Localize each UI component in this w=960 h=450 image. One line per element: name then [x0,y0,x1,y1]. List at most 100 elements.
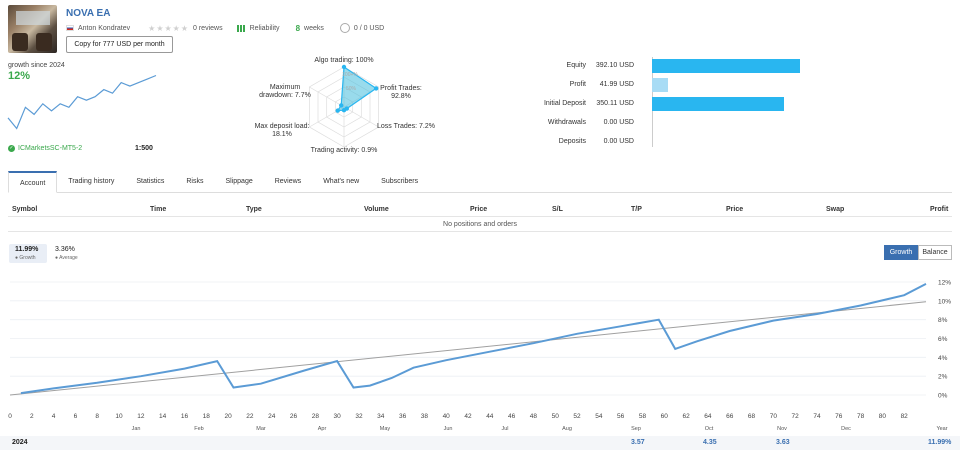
y-tick-label: 10% [938,298,951,305]
y-tick-label: 12% [938,280,951,287]
average-stat[interactable]: 3.36% ● Average [55,244,95,263]
x-tick-label: 50 [552,413,560,420]
balance-value: 0.00 USD [603,119,634,126]
month-label: May [380,426,391,432]
month-label: Jun [444,426,453,432]
summary-year-total: 11.99% [928,439,952,446]
x-tick-label: 38 [421,413,429,420]
tab-subscribers[interactable]: Subscribers [370,171,429,192]
tab-reviews[interactable]: Reviews [264,171,312,192]
x-tick-label: 0 [8,413,12,420]
table-divider [8,231,952,232]
radar-label-algo: Algo trading: 100% [314,57,374,64]
summary-oct: 4.35 [703,439,717,446]
balance-bar[interactable] [652,59,800,73]
col-time[interactable]: Time [150,206,166,213]
col-price-current[interactable]: Price [726,206,743,213]
x-tick-label: 60 [661,413,669,420]
x-tick-label: 76 [835,413,843,420]
month-label: Apr [318,426,327,432]
account-tabs: Account Trading history Statistics Risks… [8,171,952,193]
x-tick-label: 36 [399,413,407,420]
y-tick-label: 0% [938,393,948,400]
radar-point-deposit [335,108,340,113]
x-tick-label: 52 [573,413,581,420]
growth-chart: 12%10%8%6%4%2%0% 0 2 4 6 8 10 12 14 16 18 20 22 24 26… [8,280,951,433]
x-tick-label: 46 [508,413,516,420]
tab-account[interactable]: Account [8,171,58,193]
balance-bar[interactable] [652,97,785,111]
month-label: Sep [631,426,641,432]
growth-stat-value: 11.99% [15,246,39,253]
growth-chart-x-ticks: 0 2 4 6 8 10 12 14 16 18 20 22 24 26 28 30 32 34 36 38 40 42 4… [8,413,908,420]
growth-chart-grid [10,281,926,396]
growth-stat-label: ● Growth [15,255,36,261]
growth-toggle-button[interactable]: Growth [884,245,918,260]
radar-label-drawdown: Maximum drawdown: 7.7% [254,84,316,100]
radar-label-drawdown-value: drawdown: 7.7% [259,92,311,99]
col-price-open[interactable]: Price [470,206,487,213]
month-label: Oct [705,426,714,432]
x-tick-label: 4 [52,413,56,420]
col-swap[interactable]: Swap [826,206,844,213]
table-divider [8,216,952,217]
radar-label-deposit: Max deposit load: 18.1% [252,123,312,139]
month-label: Aug [562,426,572,432]
balance-value: 392.10 USD [595,62,634,69]
summary-nov: 3.63 [776,439,790,446]
col-profit[interactable]: Profit [930,206,948,213]
x-tick-label: 16 [181,413,189,420]
balance-value: 41.99 USD [599,81,634,88]
radar-label-profit: Profit Trades: 92.8% [375,85,427,101]
col-volume[interactable]: Volume [364,206,389,213]
tab-statistics[interactable]: Statistics [125,171,175,192]
x-tick-label: 6 [74,413,78,420]
month-label: Jul [501,426,508,432]
col-sl[interactable]: S/L [552,206,563,213]
x-tick-label: 32 [355,413,363,420]
col-tp[interactable]: T/P [631,206,642,213]
x-tick-label: 28 [312,413,320,420]
growth-chart-y-ticks: 12% 10% 8% 6% 4% 2% 0% [938,280,951,400]
y-tick-label: 4% [938,355,948,362]
year-label: Year [936,426,947,432]
y-tick-label: 6% [938,336,948,343]
x-tick-label: 8 [95,413,99,420]
growth-chart-months: Jan Feb Mar Apr May Jun Jul Aug Sep Oct Nov Dec Year [132,426,948,432]
growth-stat[interactable]: 11.99% ● Growth [9,244,47,263]
radar-point-drawdown [339,103,344,108]
col-type[interactable]: Type [246,206,262,213]
month-label: Mar [256,426,266,432]
radar-label-activity: Trading activity: 0.9% [310,147,378,154]
col-symbol[interactable]: Symbol [12,206,37,213]
x-tick-label: 22 [246,413,254,420]
x-tick-label: 44 [486,413,494,420]
tab-whats-new[interactable]: What's new [312,171,370,192]
average-stat-label: ● Average [55,255,78,261]
radar-chart: 100+% 50% [309,64,379,148]
x-tick-label: 40 [443,413,451,420]
x-tick-label: 58 [639,413,647,420]
average-series-line [9,301,927,396]
x-tick-label: 20 [224,413,232,420]
month-label: Nov [777,426,787,432]
balance-bar[interactable] [652,78,668,92]
x-tick-label: 26 [290,413,298,420]
x-tick-label: 82 [901,413,909,420]
x-tick-label: 74 [813,413,821,420]
x-tick-label: 78 [857,413,865,420]
radar-label-drawdown-title: Maximum [269,84,301,91]
tab-risks[interactable]: Risks [175,171,214,192]
x-tick-label: 42 [464,413,472,420]
x-tick-label: 70 [770,413,778,420]
radar-point-algo [341,64,347,70]
tab-trading-history[interactable]: Trading history [57,171,125,192]
x-tick-label: 2 [30,413,34,420]
balance-toggle-button[interactable]: Balance [918,245,952,260]
radar-label-deposit-title: Max deposit load: [254,123,310,130]
month-label: Feb [194,426,203,432]
x-tick-label: 64 [704,413,712,420]
summary-sep: 3.57 [631,439,645,446]
yearly-summary-row [0,436,960,450]
tab-slippage[interactable]: Slippage [214,171,263,192]
